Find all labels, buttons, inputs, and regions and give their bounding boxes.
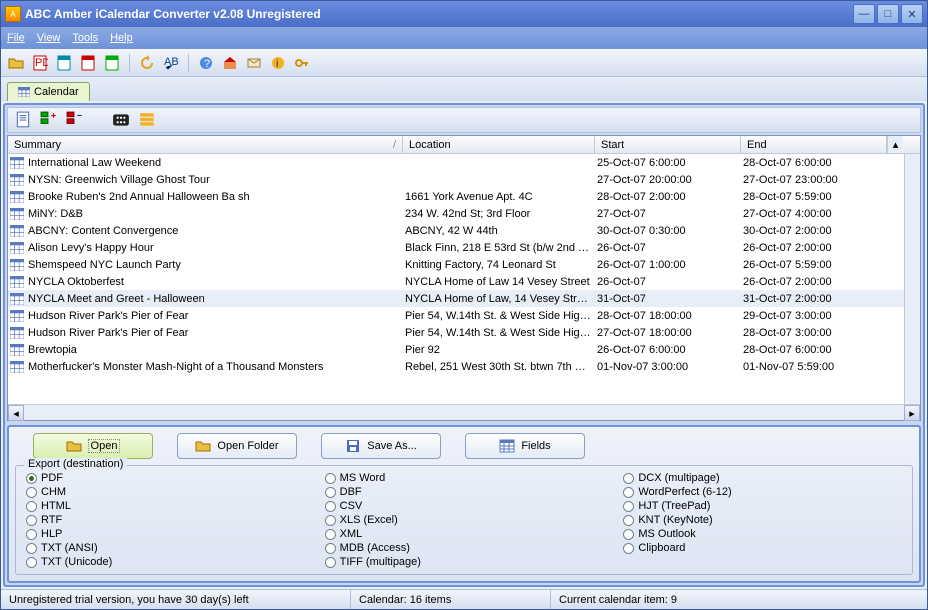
menu-help[interactable]: Help	[110, 32, 133, 44]
tab-bar: Calendar	[1, 77, 927, 101]
table-row[interactable]: Alison Levy's Happy HourBlack Finn, 218 …	[8, 239, 904, 256]
hlp-icon[interactable]	[103, 54, 121, 72]
list-body[interactable]: International Law Weekend25-Oct-07 6:00:…	[8, 154, 904, 404]
save-as-button[interactable]: Save As...	[321, 433, 441, 459]
table-row[interactable]: Brooke Ruben's 2nd Annual Halloween Ba s…	[8, 188, 904, 205]
table-row[interactable]: BrewtopiaPier 9226-Oct-07 6:00:0028-Oct-…	[8, 341, 904, 358]
html-icon[interactable]	[79, 54, 97, 72]
menu-file[interactable]: File	[7, 32, 25, 44]
export-group: Export (destination) PDFMS WordDCX (mult…	[15, 465, 913, 575]
export-radio-ms-outlook[interactable]: MS Outlook	[623, 528, 902, 540]
export-radio-txt-unicode-[interactable]: TXT (Unicode)	[26, 556, 305, 568]
svg-text:i: i	[276, 58, 278, 70]
export-radio-hjt-treepad-[interactable]: HJT (TreePad)	[623, 500, 902, 512]
status-calendar: Calendar: 16 items	[351, 590, 551, 609]
export-radio-csv[interactable]: CSV	[325, 500, 604, 512]
col-start[interactable]: Start	[595, 136, 741, 153]
app-window: A ABC Amber iCalendar Converter v2.08 Un…	[0, 0, 928, 610]
maximize-button[interactable]: □	[877, 4, 899, 24]
export-radio-txt-ansi-[interactable]: TXT (ANSI)	[26, 542, 305, 554]
export-radio-rtf[interactable]: RTF	[26, 514, 305, 526]
export-radio-clipboard[interactable]: Clipboard	[623, 542, 902, 554]
export-radio-knt-keynote-[interactable]: KNT (KeyNote)	[623, 514, 902, 526]
open-button[interactable]: Open	[33, 433, 153, 459]
open-icon[interactable]	[7, 54, 25, 72]
menu-view[interactable]: View	[37, 32, 61, 44]
info-icon[interactable]: i	[269, 54, 287, 72]
help-icon[interactable]: ?	[197, 54, 215, 72]
calendar-icon	[18, 87, 30, 97]
titlebar: A ABC Amber iCalendar Converter v2.08 Un…	[1, 1, 927, 27]
folder-open-icon	[66, 438, 82, 454]
tab-calendar[interactable]: Calendar	[7, 82, 90, 101]
window-title: ABC Amber iCalendar Converter v2.08 Unre…	[25, 7, 851, 21]
event-list: Summary/ Location Start End ▴ Internatio…	[7, 135, 921, 421]
export-radio-mdb-access-[interactable]: MDB (Access)	[325, 542, 604, 554]
hscroll-left[interactable]: ◂	[8, 405, 24, 421]
content-area: Summary/ Location Start End ▴ Internatio…	[3, 103, 925, 587]
vscrollbar[interactable]	[904, 154, 920, 404]
folder-icon	[195, 438, 211, 454]
export-radio-xls-excel-[interactable]: XLS (Excel)	[325, 514, 604, 526]
svg-text:PDF: PDF	[35, 57, 48, 69]
refresh-icon[interactable]	[138, 54, 156, 72]
save-icon	[345, 438, 361, 454]
status-current: Current calendar item: 9	[551, 590, 927, 609]
table-row[interactable]: Hudson River Park's Pier of FearPier 54,…	[8, 324, 904, 341]
app-icon: A	[5, 6, 21, 22]
chm-icon[interactable]	[55, 54, 73, 72]
table-row[interactable]: Hudson River Park's Pier of FearPier 54,…	[8, 307, 904, 324]
toolbar-main: PDF ABC ? i	[1, 49, 927, 77]
hscrollbar[interactable]: ◂ ▸	[8, 404, 920, 420]
export-radio-tiff-multipage-[interactable]: TIFF (multipage)	[325, 556, 604, 568]
tree-plus-icon[interactable]	[40, 111, 58, 129]
fields-button[interactable]: Fields	[465, 433, 585, 459]
hscroll-right[interactable]: ▸	[904, 405, 920, 421]
action-panel: Open Open Folder Save As... Fields Expor…	[7, 425, 921, 583]
vscroll-up[interactable]: ▴	[887, 136, 903, 153]
table-row[interactable]: International Law Weekend25-Oct-07 6:00:…	[8, 154, 904, 171]
table-row[interactable]: NYCLA Meet and Greet - HalloweenNYCLA Ho…	[8, 290, 904, 307]
col-end[interactable]: End	[741, 136, 887, 153]
key-icon[interactable]	[293, 54, 311, 72]
minimize-button[interactable]: —	[853, 4, 875, 24]
menubar: File View Tools Help	[1, 27, 927, 49]
export-radio-xml[interactable]: XML	[325, 528, 604, 540]
export-legend: Export (destination)	[24, 458, 127, 470]
menu-tools[interactable]: Tools	[72, 32, 98, 44]
tree-minus-icon[interactable]	[66, 111, 84, 129]
col-location[interactable]: Location	[403, 136, 595, 153]
export-radio-wordperfect-6-12-[interactable]: WordPerfect (6-12)	[623, 486, 902, 498]
statusbar: Unregistered trial version, you have 30 …	[1, 589, 927, 609]
table-icon	[499, 438, 515, 454]
export-radio-dcx-multipage-[interactable]: DCX (multipage)	[623, 472, 902, 484]
export-radio-dbf[interactable]: DBF	[325, 486, 604, 498]
table-row[interactable]: NYSN: Greenwich Village Ghost Tour27-Oct…	[8, 171, 904, 188]
svg-text:?: ?	[204, 58, 210, 70]
export-radio-chm[interactable]: CHM	[26, 486, 305, 498]
table-row[interactable]: Motherfucker's Monster Mash-Night of a T…	[8, 358, 904, 375]
grid-icon[interactable]	[112, 111, 130, 129]
tab-calendar-label: Calendar	[34, 86, 79, 98]
export-radio-html[interactable]: HTML	[26, 500, 305, 512]
table-row[interactable]: ABCNY: Content ConvergenceABCNY, 42 W 44…	[8, 222, 904, 239]
pdf-icon[interactable]: PDF	[31, 54, 49, 72]
export-radio-pdf[interactable]: PDF	[26, 472, 305, 484]
list-icon[interactable]	[138, 111, 156, 129]
list-header: Summary/ Location Start End ▴	[8, 136, 920, 154]
export-radio-ms-word[interactable]: MS Word	[325, 472, 604, 484]
toolbar-list	[7, 107, 921, 133]
mail-icon[interactable]	[245, 54, 263, 72]
export-radio-hlp[interactable]: HLP	[26, 528, 305, 540]
new-doc-icon[interactable]	[14, 111, 32, 129]
abc-icon[interactable]: ABC	[162, 54, 180, 72]
home-icon[interactable]	[221, 54, 239, 72]
table-row[interactable]: MiNY: D&B234 W. 42nd St; 3rd Floor27-Oct…	[8, 205, 904, 222]
close-button[interactable]: ✕	[901, 4, 923, 24]
table-row[interactable]: Shemspeed NYC Launch PartyKnitting Facto…	[8, 256, 904, 273]
open-folder-button[interactable]: Open Folder	[177, 433, 297, 459]
col-summary[interactable]: Summary/	[8, 136, 403, 153]
table-row[interactable]: NYCLA OktoberfestNYCLA Home of Law 14 Ve…	[8, 273, 904, 290]
status-trial: Unregistered trial version, you have 30 …	[1, 590, 351, 609]
